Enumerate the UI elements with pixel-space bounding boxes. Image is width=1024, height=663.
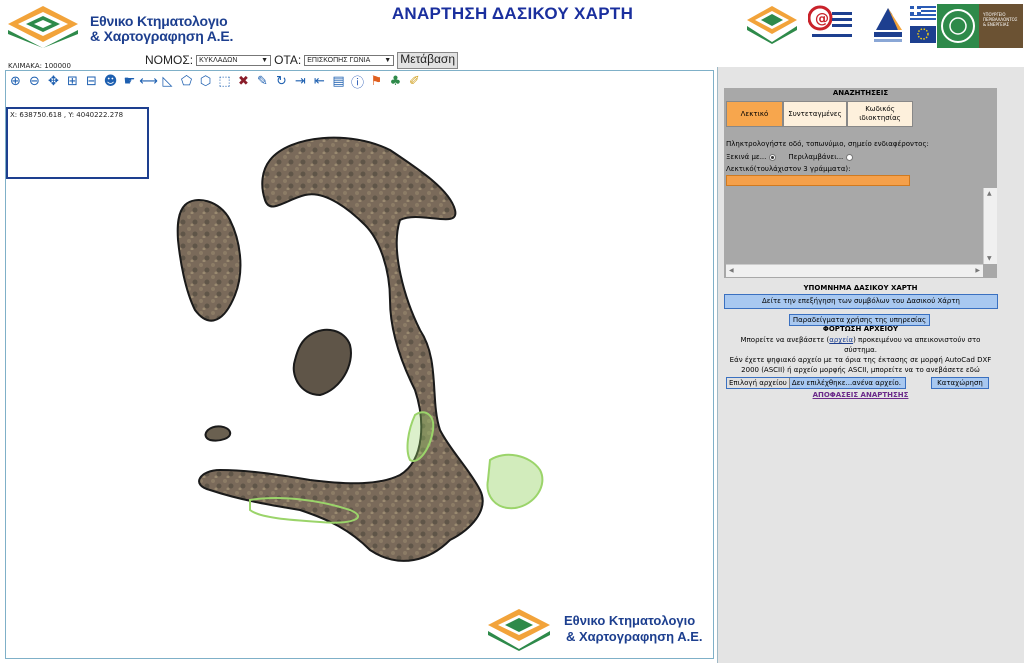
zoom-in-icon[interactable]: ⊕ (7, 73, 24, 90)
ktimatologio-emblem-icon (8, 6, 78, 48)
measure-area-icon[interactable]: ◺ (159, 73, 176, 90)
zoom-box-icon[interactable]: ⊞ (64, 73, 81, 90)
legend-title: ΥΠΟΜΝΗΜΑ ΔΑΣΙΚΟΥ ΧΑΡΤΗ (803, 284, 918, 292)
scroll-left-icon[interactable]: ◀ (729, 267, 734, 274)
file-input[interactable]: Επιλογή αρχείου Δεν επιλέχθηκε...ανένα α… (726, 377, 906, 389)
coordinates-text: X: 638750.618 , Y: 4040222.278 (10, 111, 124, 119)
search-title: ΑΝΑΖΗΤΗΣΕΙΣ (832, 89, 889, 97)
forest-area (486, 453, 544, 510)
tab-lektiko[interactable]: Λεκτικό (726, 101, 783, 127)
go-button[interactable]: Μετάβαση (397, 51, 458, 69)
upload-instructions: Εάν έχετε ψηφιακό αρχείο με τα όρια της … (729, 356, 992, 374)
org-name-line2: & Χαρτογραφηση Α.Ε. (90, 28, 234, 44)
pan-icon[interactable]: ✥ (45, 73, 62, 90)
print-icon[interactable]: ▤ (330, 73, 347, 90)
refresh-icon[interactable]: ↻ (273, 73, 290, 90)
info-hand-icon[interactable]: ☛ (121, 73, 138, 90)
chevron-down-icon: ▼ (384, 56, 392, 64)
ktimatologio-small-logo[interactable] (745, 4, 799, 44)
radio-contains-label: Περιλαμβάνει... (788, 153, 844, 161)
chevron-down-icon: ▼ (261, 56, 269, 64)
ktimatologio-emblem-icon (488, 609, 550, 651)
radio-starts-with[interactable] (769, 153, 777, 161)
tab-syntetagmenes[interactable]: Συντεταγμένες (783, 101, 847, 127)
search-prompt: Πληκτρολογήστε οδό, τοπωνύμιο, σημείο εν… (726, 140, 929, 148)
map-view[interactable] (150, 130, 580, 590)
files-link[interactable]: αρχεία (829, 336, 853, 344)
ministry-environment-logo[interactable]: ΥΠΟΥΡΓΕΙΟ ΠΕΡΙΒΑΛΛΟΝΤΟΣ & ΕΝΕΡΓΕΙΑΣ (937, 4, 1023, 48)
upload-title: ΦΟΡΤΩΣΗ ΑΡΧΕΙΟΥ (822, 325, 899, 333)
ota-label: ΟΤΑ: (274, 53, 302, 67)
radio-starts-label: Ξεκινά με... (726, 153, 767, 161)
coordinates-box: X: 638750.618 , Y: 4040222.278 (6, 107, 149, 179)
no-file-text: Δεν επιλέχθηκε...ανένα αρχείο. (789, 378, 905, 388)
results-vertical-scrollbar[interactable]: ▲ ▼ (983, 188, 997, 264)
scroll-up-icon[interactable]: ▲ (987, 190, 992, 197)
map-ktimatologio-logo: Εθνικο Κτηματολογιο & Χαρτογραφηση Α.Ε. (484, 607, 714, 651)
ota-select[interactable]: ΕΠΙΣΚΟΠΗΣ ΓΩΝΙΑ ▼ (304, 54, 395, 66)
location-controls: ΝΟΜΟΣ: ΚΥΚΛΑΔΩΝ ▼ ΟΤΑ: ΕΠΙΣΚΟΠΗΣ ΓΩΝΙΑ ▼ Μ… (145, 51, 458, 69)
search-input-label: Λεκτικό(τουλάχιστον 3 γράμματα): (726, 165, 851, 173)
submit-button[interactable]: Καταχώρηση (931, 377, 989, 389)
clear-icon[interactable]: ✖ (235, 73, 252, 90)
org-name-line1: Εθνικο Κτηματολογιο (564, 613, 696, 628)
scroll-down-icon[interactable]: ▼ (987, 255, 992, 262)
eraser-icon[interactable]: ✐ (406, 73, 423, 90)
info-icon[interactable]: ⓘ (349, 73, 366, 91)
nomos-label: ΝΟΜΟΣ: (145, 53, 194, 67)
radio-contains[interactable] (846, 153, 854, 161)
identify-icon[interactable]: ☻ (102, 73, 119, 90)
aspronisi-island (204, 425, 232, 442)
flag-icon[interactable]: ⚑ (368, 73, 385, 90)
scale-text: ΚΛΙΜΑΚΑ: 100000 (8, 62, 71, 70)
zoom-out-icon[interactable]: ⊖ (26, 73, 43, 90)
nomos-select[interactable]: ΚΥΚΛΑΔΩΝ ▼ (196, 54, 272, 66)
org-name-line1: Εθνικο Κτηματολογιο (90, 13, 228, 29)
ktimatologio-logo[interactable]: Εθνικο Κτηματολογιο & Χαρτογραφηση Α.Ε. (4, 4, 244, 48)
decisions-link[interactable]: ΑΠΟΦΑΣΕΙΣ ΑΝΑΡΤΗΣΗΣ (724, 391, 997, 399)
select-box-icon[interactable]: ⬚ (216, 73, 233, 90)
svg-text:@: @ (815, 11, 829, 27)
edit-icon[interactable]: ✎ (254, 73, 271, 90)
nea-kameni-island (292, 328, 352, 397)
legend-button[interactable]: Δείτε την επεξήγηση των συμβόλων του Δασ… (724, 294, 998, 309)
xy-go-icon[interactable]: ⇥ (292, 73, 309, 90)
search-input[interactable] (726, 175, 910, 186)
ellada-2-logo[interactable] (868, 4, 906, 44)
greek-eu-flags-icon (910, 4, 936, 44)
upload-description: Μπορείτε να ανεβάσετε (αρχεία) προκειμέν… (740, 336, 981, 354)
tab-kodikos[interactable]: Κωδικός ιδιοκτησίας (847, 101, 913, 127)
map-toolbar: ⊕ ⊖ ✥ ⊞ ⊟ ☻ ☛ ⟷ ◺ ⬠ ⬡ ⬚ ✖ ✎ ↻ ⇥ ⇤ ▤ ⓘ ⚑ ♣ ✐ (7, 73, 423, 91)
ministry-name: ΥΠΟΥΡΓΕΙΟ ΠΕΡΙΒΑΛΛΟΝΤΟΣ & ΕΝΕΡΓΕΙΑΣ (983, 12, 1018, 27)
tree-icon[interactable]: ♣ (387, 73, 404, 90)
choose-file-button[interactable]: Επιλογή αρχείου (727, 378, 790, 388)
match-mode-radios: Ξεκινά με... Περιλαμβάνει... (726, 153, 854, 161)
measure-distance-icon[interactable]: ⟷ (139, 73, 158, 90)
scroll-right-icon[interactable]: ▶ (975, 267, 980, 274)
polygon-icon[interactable]: ⬠ (178, 73, 195, 90)
select-polygon-icon[interactable]: ⬡ (197, 73, 214, 90)
page-title: ΑΝΑΡΤΗΣΗ ΔΑΣΙΚΟΥ ΧΑΡΤΗ (391, 4, 634, 23)
org-name-line2: & Χαρτογραφηση Α.Ε. (566, 629, 703, 644)
zoom-out-box-icon[interactable]: ⊟ (83, 73, 100, 90)
results-horizontal-scrollbar[interactable]: ◀ ▶ (726, 264, 983, 277)
west-island (176, 199, 242, 322)
e-services-logo[interactable]: @ (807, 4, 854, 44)
xy-find-icon[interactable]: ⇤ (311, 73, 328, 90)
